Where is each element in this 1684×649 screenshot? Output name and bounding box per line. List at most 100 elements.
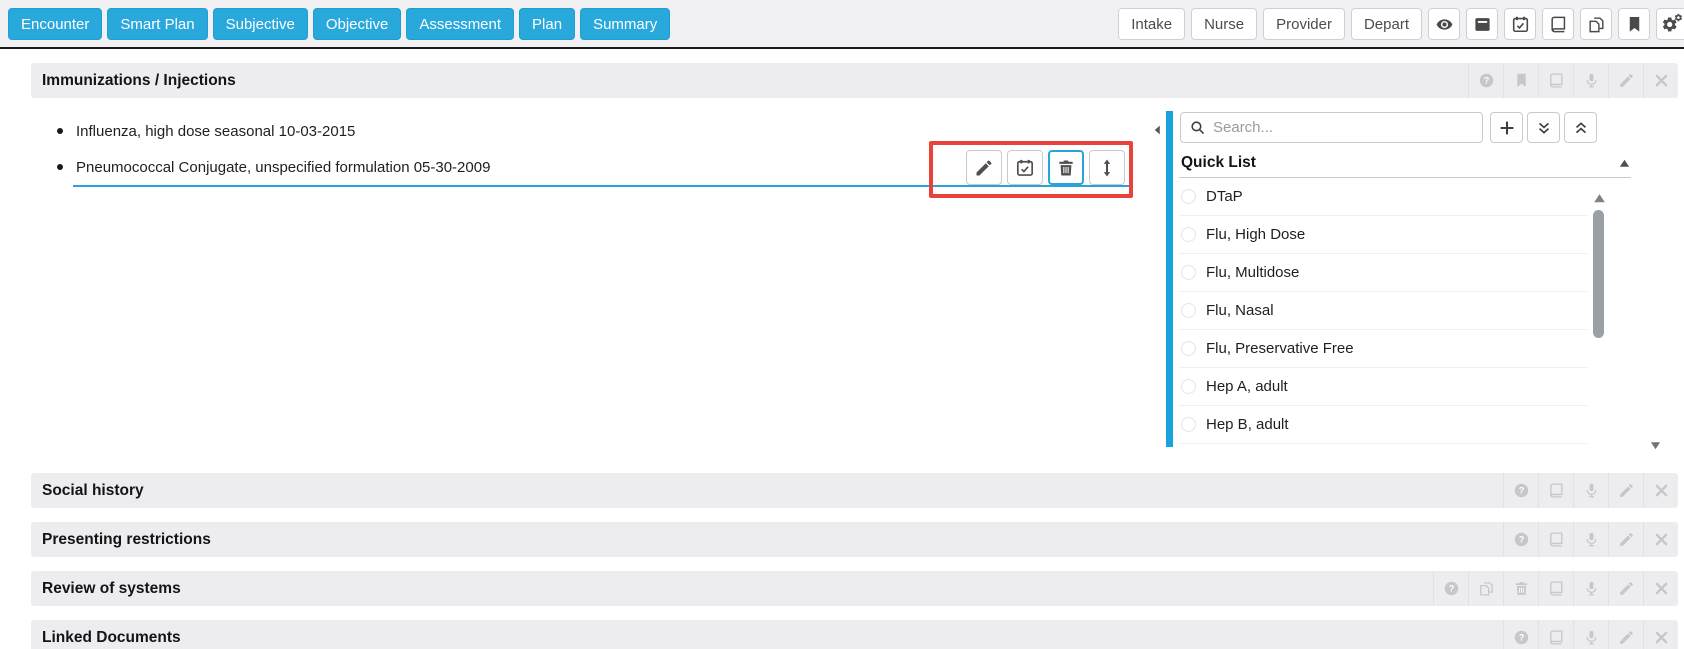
bullet-icon: [57, 164, 63, 170]
pencil-button[interactable]: [1608, 620, 1643, 649]
book-button[interactable]: [1538, 620, 1573, 649]
close-button[interactable]: [1643, 571, 1678, 606]
copy-button[interactable]: [1580, 8, 1612, 40]
immunization-row[interactable]: Influenza, high dose seasonal 10-03-2015: [57, 113, 355, 149]
microphone-icon: [1583, 531, 1600, 548]
scrollbar-thumb[interactable]: [1593, 210, 1604, 338]
book-button[interactable]: [1542, 8, 1574, 40]
calendar-button[interactable]: [1007, 150, 1043, 185]
gear-icon: [1661, 13, 1683, 35]
book-icon: [1548, 72, 1565, 89]
help-icon: [1513, 482, 1530, 499]
nav-tab-assessment[interactable]: Assessment: [406, 8, 514, 40]
radio-icon[interactable]: [1181, 417, 1196, 432]
copy-icon: [1587, 15, 1606, 34]
microphone-button[interactable]: [1573, 63, 1608, 98]
help-icon: [1478, 72, 1495, 89]
pencil-button[interactable]: [1608, 571, 1643, 606]
stage-button-depart[interactable]: Depart: [1351, 8, 1422, 40]
nav-tab-smart-plan[interactable]: Smart Plan: [107, 8, 207, 40]
eye-button[interactable]: [1428, 8, 1460, 40]
quick-list-search: [1180, 112, 1483, 143]
bullet-icon: [57, 128, 63, 134]
stage-button-intake[interactable]: Intake: [1118, 8, 1185, 40]
pencil-button[interactable]: [1608, 522, 1643, 557]
book-button[interactable]: [1538, 63, 1573, 98]
reorder-button[interactable]: [1089, 150, 1125, 185]
section-bar-icons: [1503, 473, 1678, 508]
stage-button-provider[interactable]: Provider: [1263, 8, 1345, 40]
radio-icon[interactable]: [1181, 227, 1196, 242]
delete-button[interactable]: [1048, 150, 1084, 185]
microphone-button[interactable]: [1573, 620, 1608, 649]
radio-icon[interactable]: [1181, 341, 1196, 356]
pencil-button[interactable]: [1608, 473, 1643, 508]
collapse-up-icon[interactable]: [1618, 157, 1631, 170]
help-button[interactable]: [1433, 571, 1468, 606]
add-button[interactable]: [1490, 112, 1523, 143]
nav-tabs: Encounter Smart Plan Subjective Objectiv…: [8, 8, 670, 40]
copy-button[interactable]: [1468, 571, 1503, 606]
radio-icon[interactable]: [1181, 265, 1196, 280]
nav-tab-summary[interactable]: Summary: [580, 8, 670, 40]
book-button[interactable]: [1538, 473, 1573, 508]
quick-list-item-hep-b-adult[interactable]: Hep B, adult: [1179, 406, 1587, 444]
immunization-row[interactable]: Pneumococcal Conjugate, unspecified form…: [57, 149, 490, 185]
trash-button[interactable]: [1503, 571, 1538, 606]
panel-collapse-button[interactable]: [1151, 119, 1165, 141]
pencil-button[interactable]: [1608, 63, 1643, 98]
expand-all-button[interactable]: [1527, 112, 1560, 143]
quick-list-item-hep-a-adult[interactable]: Hep A, adult: [1179, 368, 1587, 406]
scroll-up-icon[interactable]: [1592, 191, 1607, 206]
nav-tab-plan[interactable]: Plan: [519, 8, 575, 40]
book-icon: [1548, 482, 1565, 499]
nav-actions: Intake Nurse Provider Depart: [1118, 8, 1684, 40]
help-button[interactable]: [1468, 63, 1503, 98]
quick-list-item-flu-multidose[interactable]: Flu, Multidose: [1179, 254, 1587, 292]
archive-button[interactable]: [1466, 8, 1498, 40]
close-button[interactable]: [1643, 620, 1678, 649]
resize-vertical-icon: [1097, 158, 1117, 178]
help-button[interactable]: [1503, 620, 1538, 649]
close-button[interactable]: [1643, 473, 1678, 508]
nav-tab-objective[interactable]: Objective: [313, 8, 402, 40]
stage-button-nurse[interactable]: Nurse: [1191, 8, 1257, 40]
quick-list-item-label: Hep B, adult: [1206, 416, 1289, 433]
radio-icon[interactable]: [1181, 379, 1196, 394]
bookmark-button[interactable]: [1503, 63, 1538, 98]
calendar-check-icon: [1511, 15, 1530, 34]
close-button[interactable]: [1643, 63, 1678, 98]
section-title: Presenting restrictions: [31, 531, 211, 549]
search-input[interactable]: [1213, 119, 1474, 136]
quick-list-item-flu-nasal[interactable]: Flu, Nasal: [1179, 292, 1587, 330]
microphone-button[interactable]: [1573, 571, 1608, 606]
immunization-entry: Influenza, high dose seasonal 10-03-2015: [76, 123, 355, 140]
help-button[interactable]: [1503, 522, 1538, 557]
section-title: Immunizations / Injections: [31, 72, 236, 90]
help-button[interactable]: [1503, 473, 1538, 508]
quick-list-item-dtap[interactable]: DTaP: [1179, 178, 1587, 216]
scroll-down-icon[interactable]: [1648, 439, 1663, 452]
settings-button[interactable]: [1656, 8, 1684, 40]
book-button[interactable]: [1538, 522, 1573, 557]
quick-list-item-flu-preservative-free[interactable]: Flu, Preservative Free: [1179, 330, 1587, 368]
microphone-button[interactable]: [1573, 522, 1608, 557]
pencil-icon: [1618, 72, 1635, 89]
close-icon: [1653, 580, 1670, 597]
edit-button[interactable]: [966, 150, 1002, 185]
section-bar-review-of-systems: Review of systems: [31, 571, 1678, 606]
section-bar-linked-documents: Linked Documents: [31, 620, 1678, 649]
pencil-icon: [1618, 482, 1635, 499]
radio-icon[interactable]: [1181, 189, 1196, 204]
close-button[interactable]: [1643, 522, 1678, 557]
microphone-button[interactable]: [1573, 473, 1608, 508]
radio-icon[interactable]: [1181, 303, 1196, 318]
bookmark-button[interactable]: [1618, 8, 1650, 40]
pencil-icon: [1618, 629, 1635, 646]
book-button[interactable]: [1538, 571, 1573, 606]
quick-list-item-flu-high-dose[interactable]: Flu, High Dose: [1179, 216, 1587, 254]
nav-tab-subjective[interactable]: Subjective: [213, 8, 308, 40]
nav-tab-encounter[interactable]: Encounter: [8, 8, 102, 40]
collapse-all-button[interactable]: [1564, 112, 1597, 143]
calendar-button[interactable]: [1504, 8, 1536, 40]
